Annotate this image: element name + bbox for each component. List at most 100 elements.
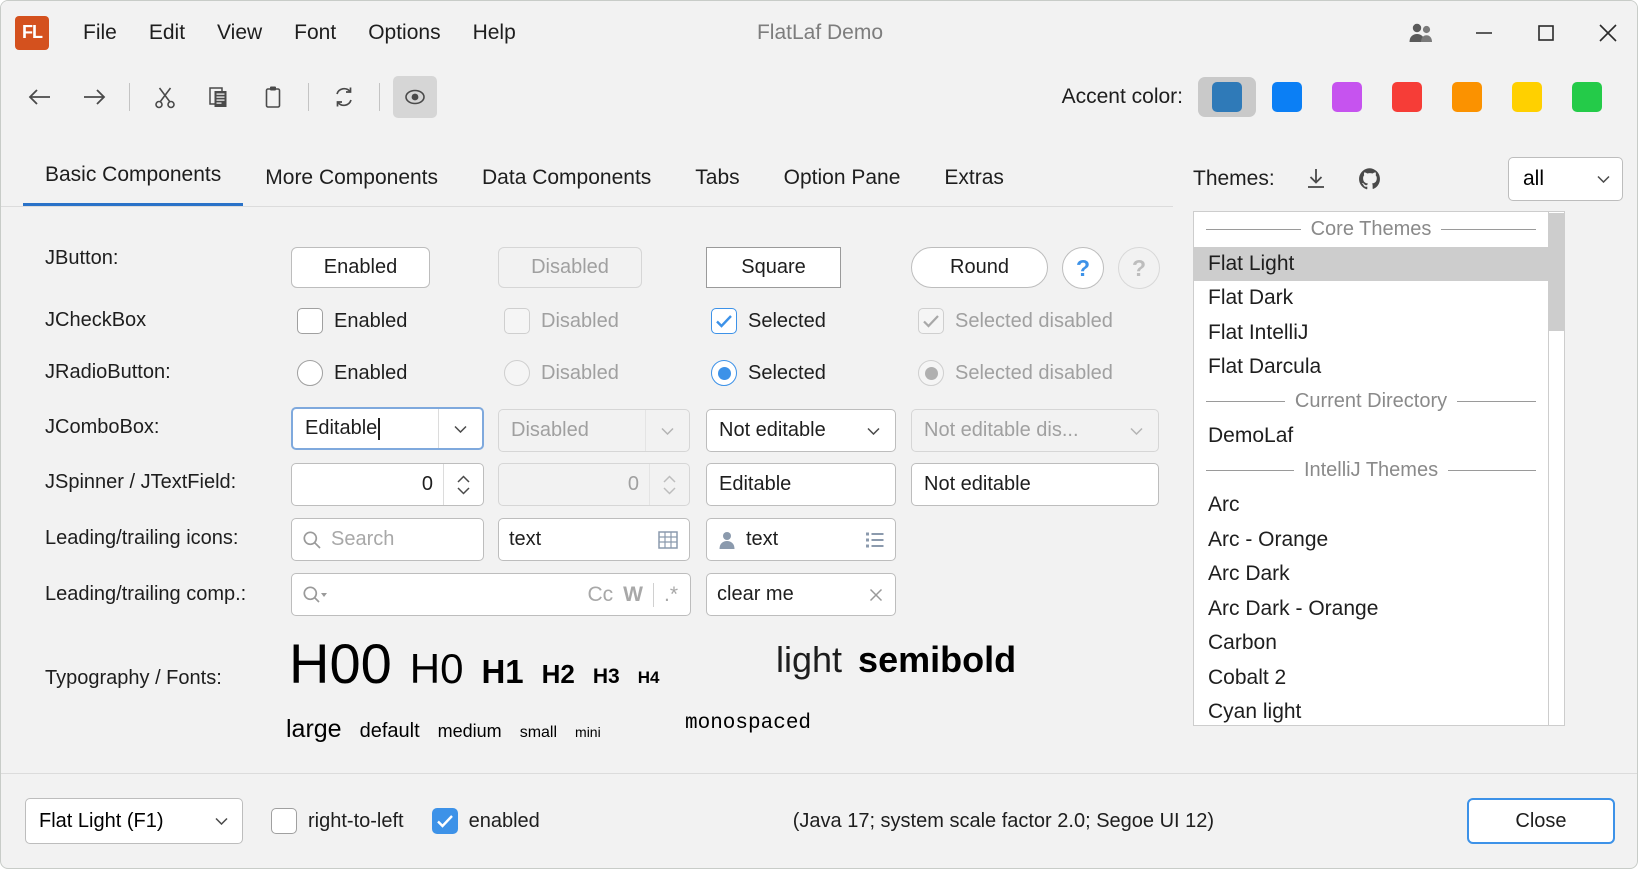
jbutton-label-row: JButton: — [45, 247, 118, 270]
button-help[interactable]: ? — [1062, 247, 1104, 289]
theme-item-flat-dark[interactable]: Flat Dark — [1194, 281, 1548, 316]
theme-item-arc-dark[interactable]: Arc Dark — [1194, 557, 1548, 592]
tab-basic-components[interactable]: Basic Components — [23, 163, 243, 206]
spinner-value[interactable]: 0 — [292, 473, 443, 496]
checkbox-selected[interactable]: Selected — [711, 308, 826, 334]
grid-field[interactable]: text — [498, 518, 690, 561]
radio-disabled-label: Disabled — [541, 362, 619, 385]
menu-file[interactable]: File — [69, 15, 131, 51]
refresh-icon[interactable] — [322, 76, 366, 118]
button-enabled[interactable]: Enabled — [291, 247, 430, 288]
radio-disabled: Disabled — [504, 360, 619, 386]
download-icon[interactable] — [1303, 166, 1329, 192]
accent-swatch-0[interactable] — [1198, 77, 1256, 117]
back-icon[interactable] — [18, 76, 62, 118]
textfield-editable[interactable]: Editable — [706, 463, 896, 506]
tab-tabs[interactable]: Tabs — [673, 166, 761, 206]
cut-icon[interactable] — [143, 76, 187, 118]
spinner-enabled[interactable]: 0 — [291, 463, 484, 506]
heading-h3: H3 — [593, 665, 620, 689]
accent-swatch-1[interactable] — [1258, 77, 1316, 117]
theme-item-cyan-light[interactable]: Cyan light — [1194, 695, 1548, 726]
clear-field[interactable]: clear me — [706, 573, 896, 616]
close-icon[interactable] — [1577, 1, 1638, 64]
spinner-arrows-icon[interactable] — [443, 464, 483, 505]
chevron-down-icon[interactable] — [438, 409, 482, 448]
minimize-icon[interactable] — [1453, 1, 1515, 64]
themes-filter-select[interactable]: all — [1508, 157, 1623, 201]
find-field[interactable]: Cc W .* — [291, 573, 691, 616]
grid-icon[interactable] — [657, 529, 679, 551]
themes-list[interactable]: Core Themes Flat Light Flat Dark Flat In… — [1193, 211, 1549, 726]
accent-swatch-5[interactable] — [1498, 77, 1556, 117]
chevron-down-icon[interactable] — [851, 410, 895, 451]
laf-select-value: Flat Light (F1) — [26, 810, 200, 833]
menu-font[interactable]: Font — [280, 15, 350, 51]
eye-icon[interactable] — [393, 76, 437, 118]
button-round[interactable]: Round — [911, 247, 1048, 288]
theme-item-cobalt-2[interactable]: Cobalt 2 — [1194, 661, 1548, 696]
forward-icon[interactable] — [72, 76, 116, 118]
accent-swatch-6[interactable] — [1558, 77, 1616, 117]
theme-item-flat-darcula[interactable]: Flat Darcula — [1194, 350, 1548, 385]
search-field[interactable]: Search — [291, 518, 484, 561]
whole-word-button[interactable]: W — [623, 583, 643, 607]
radio-selected[interactable]: Selected — [711, 360, 826, 386]
chevron-down-icon[interactable] — [200, 817, 242, 825]
accent-swatch-3[interactable] — [1378, 77, 1436, 117]
menu-edit[interactable]: Edit — [135, 15, 199, 51]
checkbox-right-to-left[interactable]: right-to-left — [271, 808, 404, 834]
heading-h4: H4 — [638, 668, 660, 688]
chevron-down-icon[interactable] — [1584, 175, 1622, 183]
radio-selected-disabled: Selected disabled — [918, 360, 1113, 386]
themes-scrollbar[interactable] — [1549, 211, 1565, 726]
chevron-down-icon — [1114, 410, 1158, 451]
themes-filter-value: all — [1509, 167, 1584, 191]
maximize-icon[interactable] — [1515, 1, 1577, 64]
laf-select[interactable]: Flat Light (F1) — [25, 798, 243, 844]
tab-extras[interactable]: Extras — [922, 166, 1026, 206]
leading-comp-label: Leading/trailing comp.: — [45, 583, 246, 606]
accent-swatch-2[interactable] — [1318, 77, 1376, 117]
tab-data-components[interactable]: Data Components — [460, 166, 673, 206]
checkbox-disabled: Disabled — [504, 308, 619, 334]
theme-item-arc-orange[interactable]: Arc - Orange — [1194, 523, 1548, 558]
combo-editable-value[interactable]: Editable — [293, 417, 438, 440]
tab-more-components[interactable]: More Components — [243, 166, 460, 206]
themes-scrollbar-thumb[interactable] — [1549, 213, 1564, 331]
checkbox-enabled[interactable]: Enabled — [297, 308, 407, 334]
weight-light: light — [776, 639, 842, 681]
field-separator — [653, 583, 654, 607]
combo-not-editable[interactable]: Not editable — [706, 409, 896, 452]
match-case-button[interactable]: Cc — [587, 583, 613, 607]
github-icon[interactable] — [1357, 166, 1383, 192]
regex-button[interactable]: .* — [664, 583, 678, 607]
theme-item-carbon[interactable]: Carbon — [1194, 626, 1548, 661]
menu-help[interactable]: Help — [459, 15, 530, 51]
checkbox-enabled-global[interactable]: enabled — [432, 808, 540, 834]
theme-item-flat-intellij[interactable]: Flat IntelliJ — [1194, 316, 1548, 351]
accent-swatch-4[interactable] — [1438, 77, 1496, 117]
theme-item-arc-dark-orange[interactable]: Arc Dark - Orange — [1194, 592, 1548, 627]
users-icon[interactable] — [1391, 1, 1453, 64]
list-icon[interactable] — [865, 531, 885, 549]
checkbox-selected-label: Selected — [748, 310, 826, 333]
radio-circle — [297, 360, 323, 386]
copy-icon[interactable] — [197, 76, 241, 118]
radio-enabled[interactable]: Enabled — [297, 360, 407, 386]
paste-icon[interactable] — [251, 76, 295, 118]
combo-editable[interactable]: Editable — [291, 407, 484, 450]
clear-x-icon[interactable] — [867, 586, 885, 604]
theme-item-arc[interactable]: Arc — [1194, 488, 1548, 523]
theme-item-demolaf[interactable]: DemoLaf — [1194, 419, 1548, 454]
button-square[interactable]: Square — [706, 247, 841, 288]
size-medium: medium — [438, 721, 502, 742]
close-button[interactable]: Close — [1467, 798, 1615, 844]
tab-option-pane[interactable]: Option Pane — [762, 166, 923, 206]
menu-view[interactable]: View — [203, 15, 276, 51]
user-field[interactable]: text — [706, 518, 896, 561]
menu-options[interactable]: Options — [354, 15, 454, 51]
magnifier-dropdown-icon[interactable] — [302, 585, 330, 605]
theme-item-flat-light[interactable]: Flat Light — [1194, 247, 1548, 282]
size-large: large — [286, 715, 342, 744]
